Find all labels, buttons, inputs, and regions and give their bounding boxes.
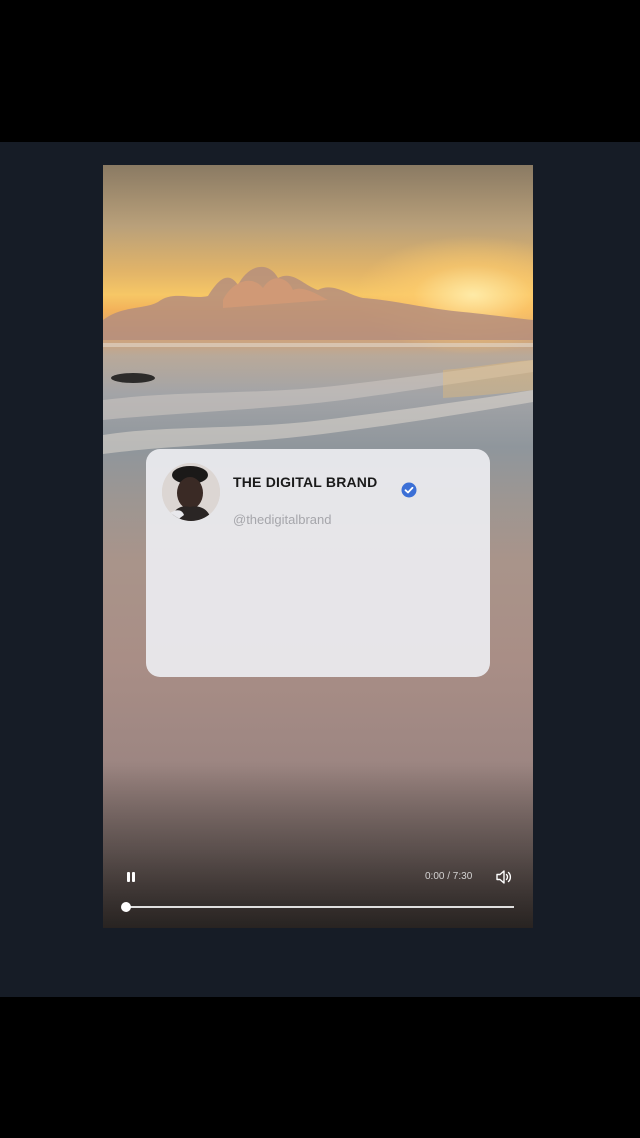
avatar [162, 463, 220, 521]
horizon [103, 343, 533, 347]
letterbox-bottom [0, 997, 640, 1138]
pause-icon [127, 872, 130, 882]
avatar-image [162, 463, 220, 521]
volume-icon[interactable] [495, 869, 513, 885]
pause-icon-bar [132, 872, 135, 882]
pause-button[interactable] [124, 869, 138, 885]
video-player[interactable]: THE DIGITAL BRAND @thedigitalbrand 0:00 … [103, 165, 533, 928]
progress-bar[interactable] [121, 902, 514, 912]
progress-handle[interactable] [121, 902, 131, 912]
letterbox-top [0, 0, 640, 142]
profile-card: THE DIGITAL BRAND @thedigitalbrand [146, 449, 490, 677]
profile-handle: @thedigitalbrand [233, 512, 332, 527]
clouds [103, 266, 533, 340]
time-readout: 0:00 / 7:30 [425, 871, 473, 882]
profile-name: THE DIGITAL BRAND [233, 474, 378, 490]
player-controls: 0:00 / 7:30 [103, 865, 533, 928]
verified-check-icon [401, 482, 417, 498]
